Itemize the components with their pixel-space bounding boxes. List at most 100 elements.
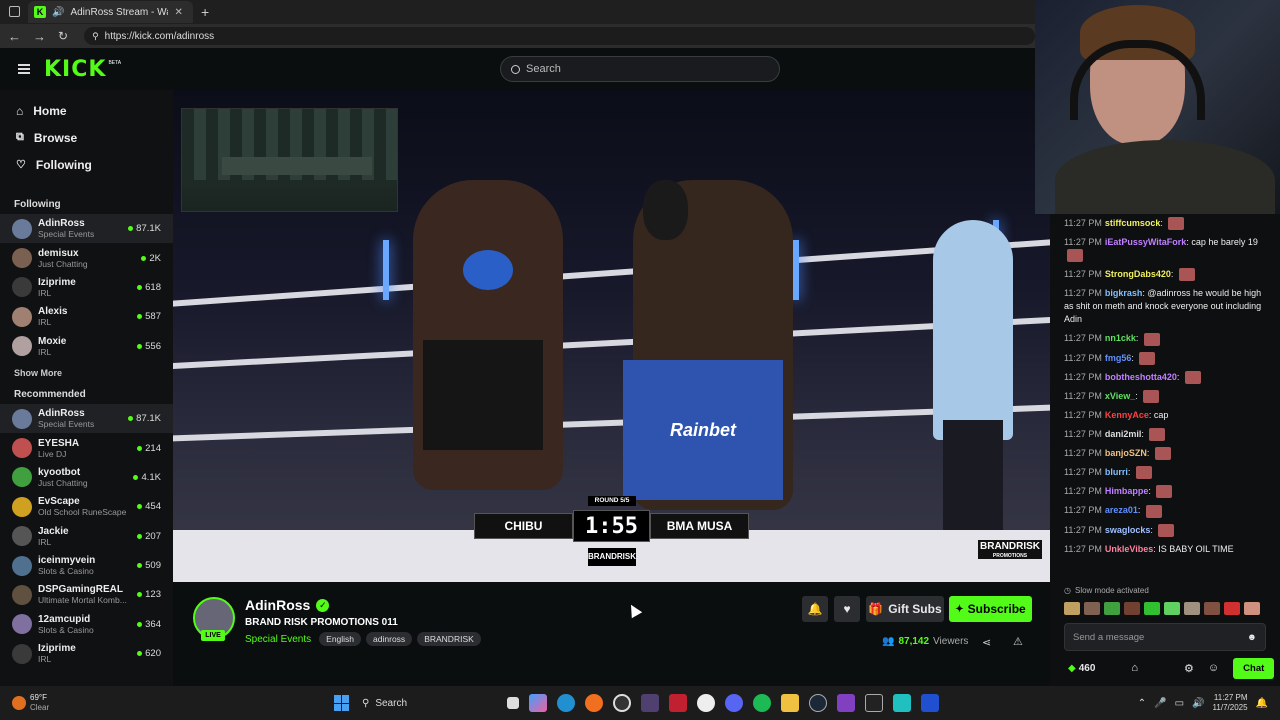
app-icon[interactable] (837, 694, 855, 712)
window-menu-icon[interactable] (9, 6, 20, 17)
message-username[interactable]: fmg56 (1105, 353, 1132, 363)
sidebar-channel-adinross[interactable]: AdinRoss Special Events 87.1K (0, 214, 173, 244)
emote-icon[interactable] (1104, 601, 1120, 615)
store-icon[interactable]: ⌂ (1131, 662, 1138, 674)
kick-logo[interactable]: KICK (44, 57, 106, 82)
message-username[interactable]: KennyAce (1105, 410, 1149, 420)
reload-icon[interactable]: ↻ (58, 29, 68, 43)
nav-following[interactable]: ♡ Following (0, 151, 173, 178)
message-username[interactable]: nn1ckk (1105, 333, 1136, 343)
emote-icon[interactable] (1224, 601, 1240, 615)
emote-icon[interactable] (1164, 601, 1180, 615)
channel-name[interactable]: AdinRoss (245, 597, 310, 613)
show-more-link[interactable]: Show More (0, 361, 173, 386)
sidebar-channel-alexis[interactable]: Alexis IRL 587 (0, 302, 173, 331)
sidebar-channel-evscape[interactable]: EvScape Old School RuneScape 454 (0, 492, 173, 521)
forward-icon[interactable]: → (33, 29, 46, 44)
microphone-icon[interactable]: 🎤 (1154, 698, 1166, 709)
nav-home[interactable]: ⌂ Home (0, 97, 173, 124)
notifications-icon[interactable]: 🔔 (1256, 698, 1268, 709)
firefox-icon[interactable] (585, 694, 603, 712)
category-link[interactable]: Special Events (245, 634, 311, 645)
subscribe-button[interactable]: ✦ Subscribe (949, 596, 1032, 622)
message-username[interactable]: StrongDabs420 (1105, 269, 1171, 279)
chat-input[interactable]: Send a message ☻ (1064, 623, 1266, 651)
emote-icon[interactable] (1124, 601, 1140, 615)
taskbar-search[interactable]: ⚲ Search (362, 698, 502, 709)
copilot-icon[interactable] (529, 694, 547, 712)
sidebar-channel-jackie[interactable]: Jackie IRL 207 (0, 522, 173, 551)
settings-icon[interactable]: ⚙ (1184, 662, 1194, 675)
sidebar-channel-demisux[interactable]: demisux Just Chatting 2K (0, 243, 173, 272)
weather-widget[interactable]: 69°F Clear (12, 693, 312, 713)
emote-icon[interactable] (1144, 601, 1160, 615)
sidebar-channel-adinross[interactable]: AdinRoss Special Events 87.1K (0, 403, 173, 434)
follow-button[interactable]: ♥ (834, 596, 860, 622)
message-username[interactable]: UnkleVibes (1105, 544, 1153, 554)
tab-close-icon[interactable]: ✕ (174, 7, 182, 18)
points-value[interactable]: 460 (1079, 663, 1096, 674)
discord-icon[interactable] (725, 694, 743, 712)
nav-browse[interactable]: ⧉ Browse (0, 124, 173, 151)
message-username[interactable]: banjoSZN (1105, 448, 1147, 458)
sidebar-channel-dspgamingreal[interactable]: DSPGamingREAL Ultimate Mortal Komb... 123 (0, 580, 173, 609)
spotify-icon[interactable] (753, 694, 771, 712)
emote-icon[interactable] (1084, 601, 1100, 615)
message-username[interactable]: areza01 (1105, 505, 1138, 515)
notifications-button[interactable]: 🔔 (802, 596, 828, 622)
emote-icon[interactable] (1244, 601, 1260, 615)
emote-menu-icon[interactable]: ☺ (1208, 662, 1219, 674)
site-info-icon[interactable]: ⚲ (92, 31, 99, 42)
sidebar-channel-iziprime[interactable]: Iziprime IRL 620 (0, 639, 173, 668)
url-field[interactable]: ⚲ https://kick.com/adinross (84, 27, 1035, 45)
message-username[interactable]: bobtheshotta420 (1105, 372, 1177, 382)
app-icon[interactable] (893, 694, 911, 712)
tag-chip[interactable]: adinross (366, 632, 413, 646)
tag-chip[interactable]: BRANDRISK (417, 632, 481, 646)
file-explorer-icon[interactable] (781, 694, 799, 712)
message-username[interactable]: bigkrash (1105, 288, 1143, 298)
emote-icon[interactable] (1204, 601, 1220, 615)
task-view-icon[interactable] (507, 697, 519, 709)
sidebar-channel-eyesha[interactable]: EYESHA Live DJ 214 (0, 433, 173, 462)
edge-icon[interactable] (557, 694, 575, 712)
emote-icon[interactable] (1064, 601, 1080, 615)
app-icon[interactable] (865, 694, 883, 712)
steam-icon[interactable] (809, 694, 827, 712)
message-username[interactable]: swaglocks (1105, 525, 1151, 535)
emoji-icon[interactable]: ☻ (1247, 632, 1257, 643)
chevron-up-icon[interactable]: ⌃ (1138, 698, 1146, 709)
sidebar-channel-kyootbot[interactable]: kyootbot Just Chatting 4.1K (0, 463, 173, 492)
back-icon[interactable]: ← (8, 29, 21, 44)
chat-button[interactable]: Chat (1233, 657, 1275, 679)
message-username[interactable]: Himbappe (1105, 486, 1149, 496)
message-username[interactable]: xView_ (1105, 391, 1135, 401)
fx-icon[interactable] (921, 694, 939, 712)
message-username[interactable]: blurri (1105, 467, 1128, 477)
share-icon[interactable]: ⋖ (982, 636, 991, 649)
obs-icon[interactable] (613, 694, 631, 712)
menu-icon[interactable] (18, 64, 30, 74)
start-icon[interactable] (334, 695, 350, 711)
new-tab-icon[interactable]: + (201, 4, 209, 20)
clock[interactable]: 11:27 PM 11/7/2025 (1213, 693, 1248, 713)
report-icon[interactable]: ⚠ (1013, 635, 1023, 648)
app-icon[interactable] (669, 694, 687, 712)
sidebar-channel-moxie[interactable]: Moxie IRL 556 (0, 332, 173, 361)
browser-tab[interactable]: K 🔊 AdinRoss Stream - Watch Li... ✕ (28, 1, 193, 23)
network-icon[interactable]: ▭ (1175, 698, 1184, 709)
message-username[interactable]: dani2mil (1105, 429, 1142, 439)
tag-chip[interactable]: English (319, 632, 362, 646)
sidebar-channel-iziprime[interactable]: Iziprime IRL 618 (0, 273, 173, 302)
emote-icon[interactable] (1184, 601, 1200, 615)
message-username[interactable]: stiffcumsock (1105, 218, 1161, 228)
itunes-icon[interactable] (697, 694, 715, 712)
sidebar-channel-12amcupid[interactable]: 12amcupid Slots & Casino 364 (0, 610, 173, 639)
search-input[interactable]: Search (500, 56, 780, 82)
speaker-icon[interactable]: 🔊 (52, 7, 64, 18)
message-username[interactable]: iEatPussyWitaFork (1105, 237, 1186, 247)
app-icon[interactable] (641, 694, 659, 712)
volume-icon[interactable]: 🔊 (1192, 698, 1204, 709)
sidebar-channel-iceinmyvein[interactable]: iceinmyvein Slots & Casino 509 (0, 551, 173, 580)
gift-subs-button[interactable]: 🎁 Gift Subs (866, 596, 944, 622)
